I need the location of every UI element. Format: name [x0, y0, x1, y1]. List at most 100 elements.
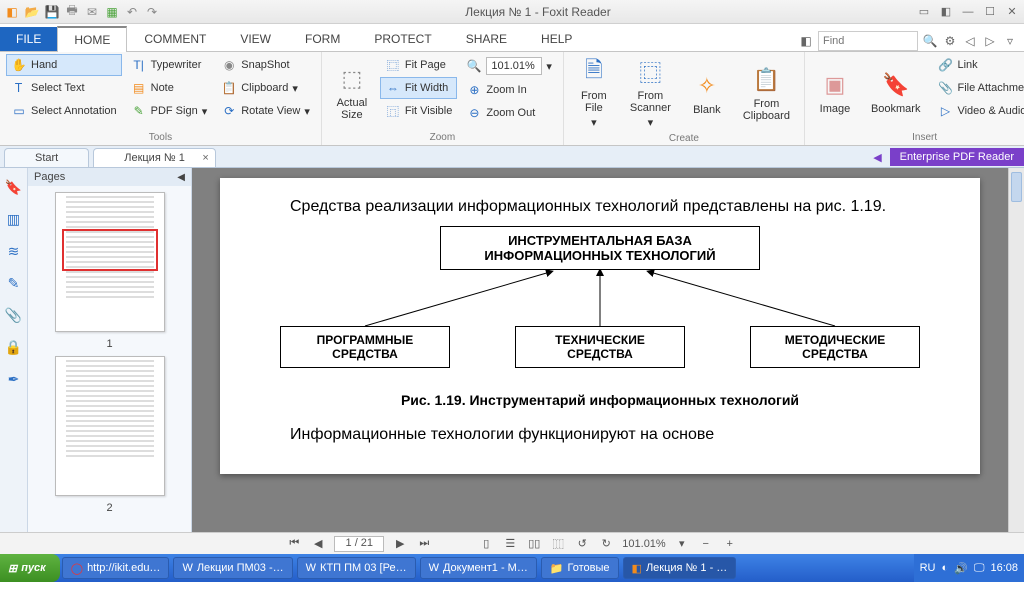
collapse-icon[interactable]: ◀ [177, 172, 185, 183]
prev-page-icon[interactable]: ◀ [310, 537, 326, 550]
zoom-minus[interactable]: − [698, 538, 714, 550]
ocr-icon[interactable]: ▦ [104, 4, 120, 20]
first-page-icon[interactable]: ⏮ [286, 537, 302, 550]
ad-banner[interactable]: Enterprise PDF Reader [890, 148, 1024, 166]
tab-home[interactable]: HOME [57, 26, 127, 52]
from-scanner-button[interactable]: ⿴From Scanner▾ [622, 54, 679, 131]
clipboard-button[interactable]: 📋Clipboard ▾ [216, 77, 315, 99]
link-button[interactable]: 🔗Link [932, 54, 1024, 76]
from-clipboard-button[interactable]: 📋From Clipboard [735, 54, 798, 131]
next-page-icon[interactable]: ▶ [392, 537, 408, 550]
rotate-view-button[interactable]: ⟳Rotate View ▾ [216, 100, 315, 122]
pdf-sign-button[interactable]: ✎PDF Sign ▾ [126, 100, 213, 122]
tray-icon-2[interactable]: 🔊 [954, 562, 968, 575]
skin-icon[interactable]: ◧ [938, 4, 954, 20]
redo-icon[interactable]: ↷ [144, 4, 160, 20]
taskbar-word3[interactable]: WДокумент1 - M… [420, 557, 537, 579]
facing-icon[interactable]: ▯▯ [526, 537, 542, 550]
vertical-scrollbar[interactable] [1008, 168, 1024, 532]
tab-share[interactable]: SHARE [449, 26, 524, 51]
video-audio-button[interactable]: ▷Video & Audio [932, 100, 1024, 122]
bookmarks-icon[interactable]: 🔖 [5, 178, 23, 196]
page-thumb-1[interactable] [55, 192, 165, 332]
ad-prev-icon[interactable]: ◀ [873, 151, 881, 164]
tab-protect[interactable]: PROTECT [357, 26, 448, 51]
blank-button[interactable]: ✧Blank [683, 54, 731, 131]
comments-icon[interactable]: ✎ [5, 274, 23, 292]
taskbar-word2[interactable]: WКТП ПМ 03 [Ре… [297, 557, 416, 579]
zoom-out-button[interactable]: ⊖Zoom Out [461, 102, 557, 124]
fit-page-button[interactable]: ⿴Fit Page [380, 54, 457, 76]
zoom-in-button[interactable]: ⊕Zoom In [461, 79, 557, 101]
zoom-out-btn[interactable]: ▾ [674, 537, 690, 550]
gear-icon[interactable]: ⚙ [942, 33, 958, 49]
tab-help[interactable]: HELP [524, 26, 589, 51]
rotate-right-icon[interactable]: ↻ [598, 537, 614, 550]
tab-view[interactable]: VIEW [223, 26, 288, 51]
save-icon[interactable]: 💾 [44, 4, 60, 20]
note-button[interactable]: ▤Note [126, 77, 213, 99]
select-text-button[interactable]: ᎢSelect Text [6, 77, 122, 99]
tab-file[interactable]: FILE [0, 27, 57, 51]
fit-visible-button[interactable]: ⿵Fit Visible [380, 100, 457, 122]
select-annotation-button[interactable]: ▭Select Annotation [6, 100, 122, 122]
open-icon[interactable]: 📂 [24, 4, 40, 20]
tab-comment[interactable]: COMMENT [127, 26, 223, 51]
bookmark-button[interactable]: 🔖Bookmark [863, 54, 929, 130]
rotate-left-icon[interactable]: ↺ [574, 537, 590, 550]
next-icon[interactable]: ▷ [982, 33, 998, 49]
taskbar-opera[interactable]: ◯http://ikit.edu… [62, 557, 170, 579]
taskbar-foxit[interactable]: ◧Лекция № 1 - … [623, 557, 737, 579]
single-page-icon[interactable]: ▯ [478, 537, 494, 550]
zoom-plus[interactable]: + [722, 538, 738, 550]
signatures-icon[interactable]: ✒ [5, 370, 23, 388]
file-attachment-button[interactable]: 📎File Attachment [932, 77, 1024, 99]
app-icon: ◧ [4, 4, 20, 20]
maximize-icon[interactable]: ☐ [982, 4, 998, 20]
hand-button[interactable]: ✋Hand [6, 54, 122, 76]
tray-icon-1[interactable]: ◐ [942, 562, 949, 574]
security-icon[interactable]: 🔒 [5, 338, 23, 356]
search-icon[interactable]: 🔍 [922, 33, 938, 49]
convert-icon[interactable]: ◧ [798, 33, 814, 49]
start-button[interactable]: ⊞пуск [0, 554, 60, 582]
tb2-label: Лекции ПМ03 -… [197, 562, 284, 574]
fit-width-button[interactable]: ⇔Fit Width [380, 77, 457, 99]
tray-icon-3[interactable]: 🖵 [974, 562, 985, 575]
document-view[interactable]: Средства реализации информационных техно… [192, 168, 1024, 532]
snapshot-label: SnapShot [241, 59, 289, 71]
doctab-lecture[interactable]: Лекция № 1× [93, 148, 216, 167]
scroll-thumb[interactable] [1011, 172, 1022, 202]
clock[interactable]: 16:08 [990, 562, 1018, 574]
continuous-icon[interactable]: ☰ [502, 537, 518, 550]
layers-icon[interactable]: ≋ [5, 242, 23, 260]
page-field[interactable]: 1 / 21 [334, 536, 384, 552]
ribbon-min-icon[interactable]: ▭ [916, 4, 932, 20]
undo-icon[interactable]: ↶ [124, 4, 140, 20]
close-icon[interactable]: ✕ [1004, 4, 1020, 20]
taskbar-folder[interactable]: 📁Готовые [541, 557, 619, 579]
page-content: Средства реализации информационных техно… [220, 178, 980, 474]
minimize-icon[interactable]: ― [960, 4, 976, 20]
attachments-icon[interactable]: 📎 [5, 306, 23, 324]
doctab-start[interactable]: Start [4, 148, 89, 167]
pages-icon[interactable]: ▥ [5, 210, 23, 228]
print-icon[interactable]: 🖶 [64, 4, 80, 20]
dropdown-icon[interactable]: ▿ [1002, 33, 1018, 49]
close-tab-icon[interactable]: × [202, 152, 208, 164]
from-file-button[interactable]: 🗎From File▾ [570, 54, 618, 131]
lang-indicator[interactable]: RU [920, 562, 936, 574]
tab-form[interactable]: FORM [288, 26, 357, 51]
zoom-value-field[interactable]: 🔍101.01%▾ [461, 54, 557, 78]
page-thumb-2[interactable] [55, 356, 165, 496]
taskbar-word1[interactable]: WЛекции ПМ03 -… [173, 557, 292, 579]
image-button[interactable]: ▣Image [811, 54, 859, 130]
actual-size-button[interactable]: ⬚Actual Size [328, 54, 376, 130]
typewriter-button[interactable]: T|Typewriter [126, 54, 213, 76]
prev-icon[interactable]: ◁ [962, 33, 978, 49]
snapshot-button[interactable]: ◉SnapShot [216, 54, 315, 76]
search-input[interactable] [818, 31, 918, 51]
cont-facing-icon[interactable]: ⿲ [550, 536, 566, 552]
last-page-icon[interactable]: ⏭ [416, 537, 432, 550]
mail-icon[interactable]: ✉ [84, 4, 100, 20]
